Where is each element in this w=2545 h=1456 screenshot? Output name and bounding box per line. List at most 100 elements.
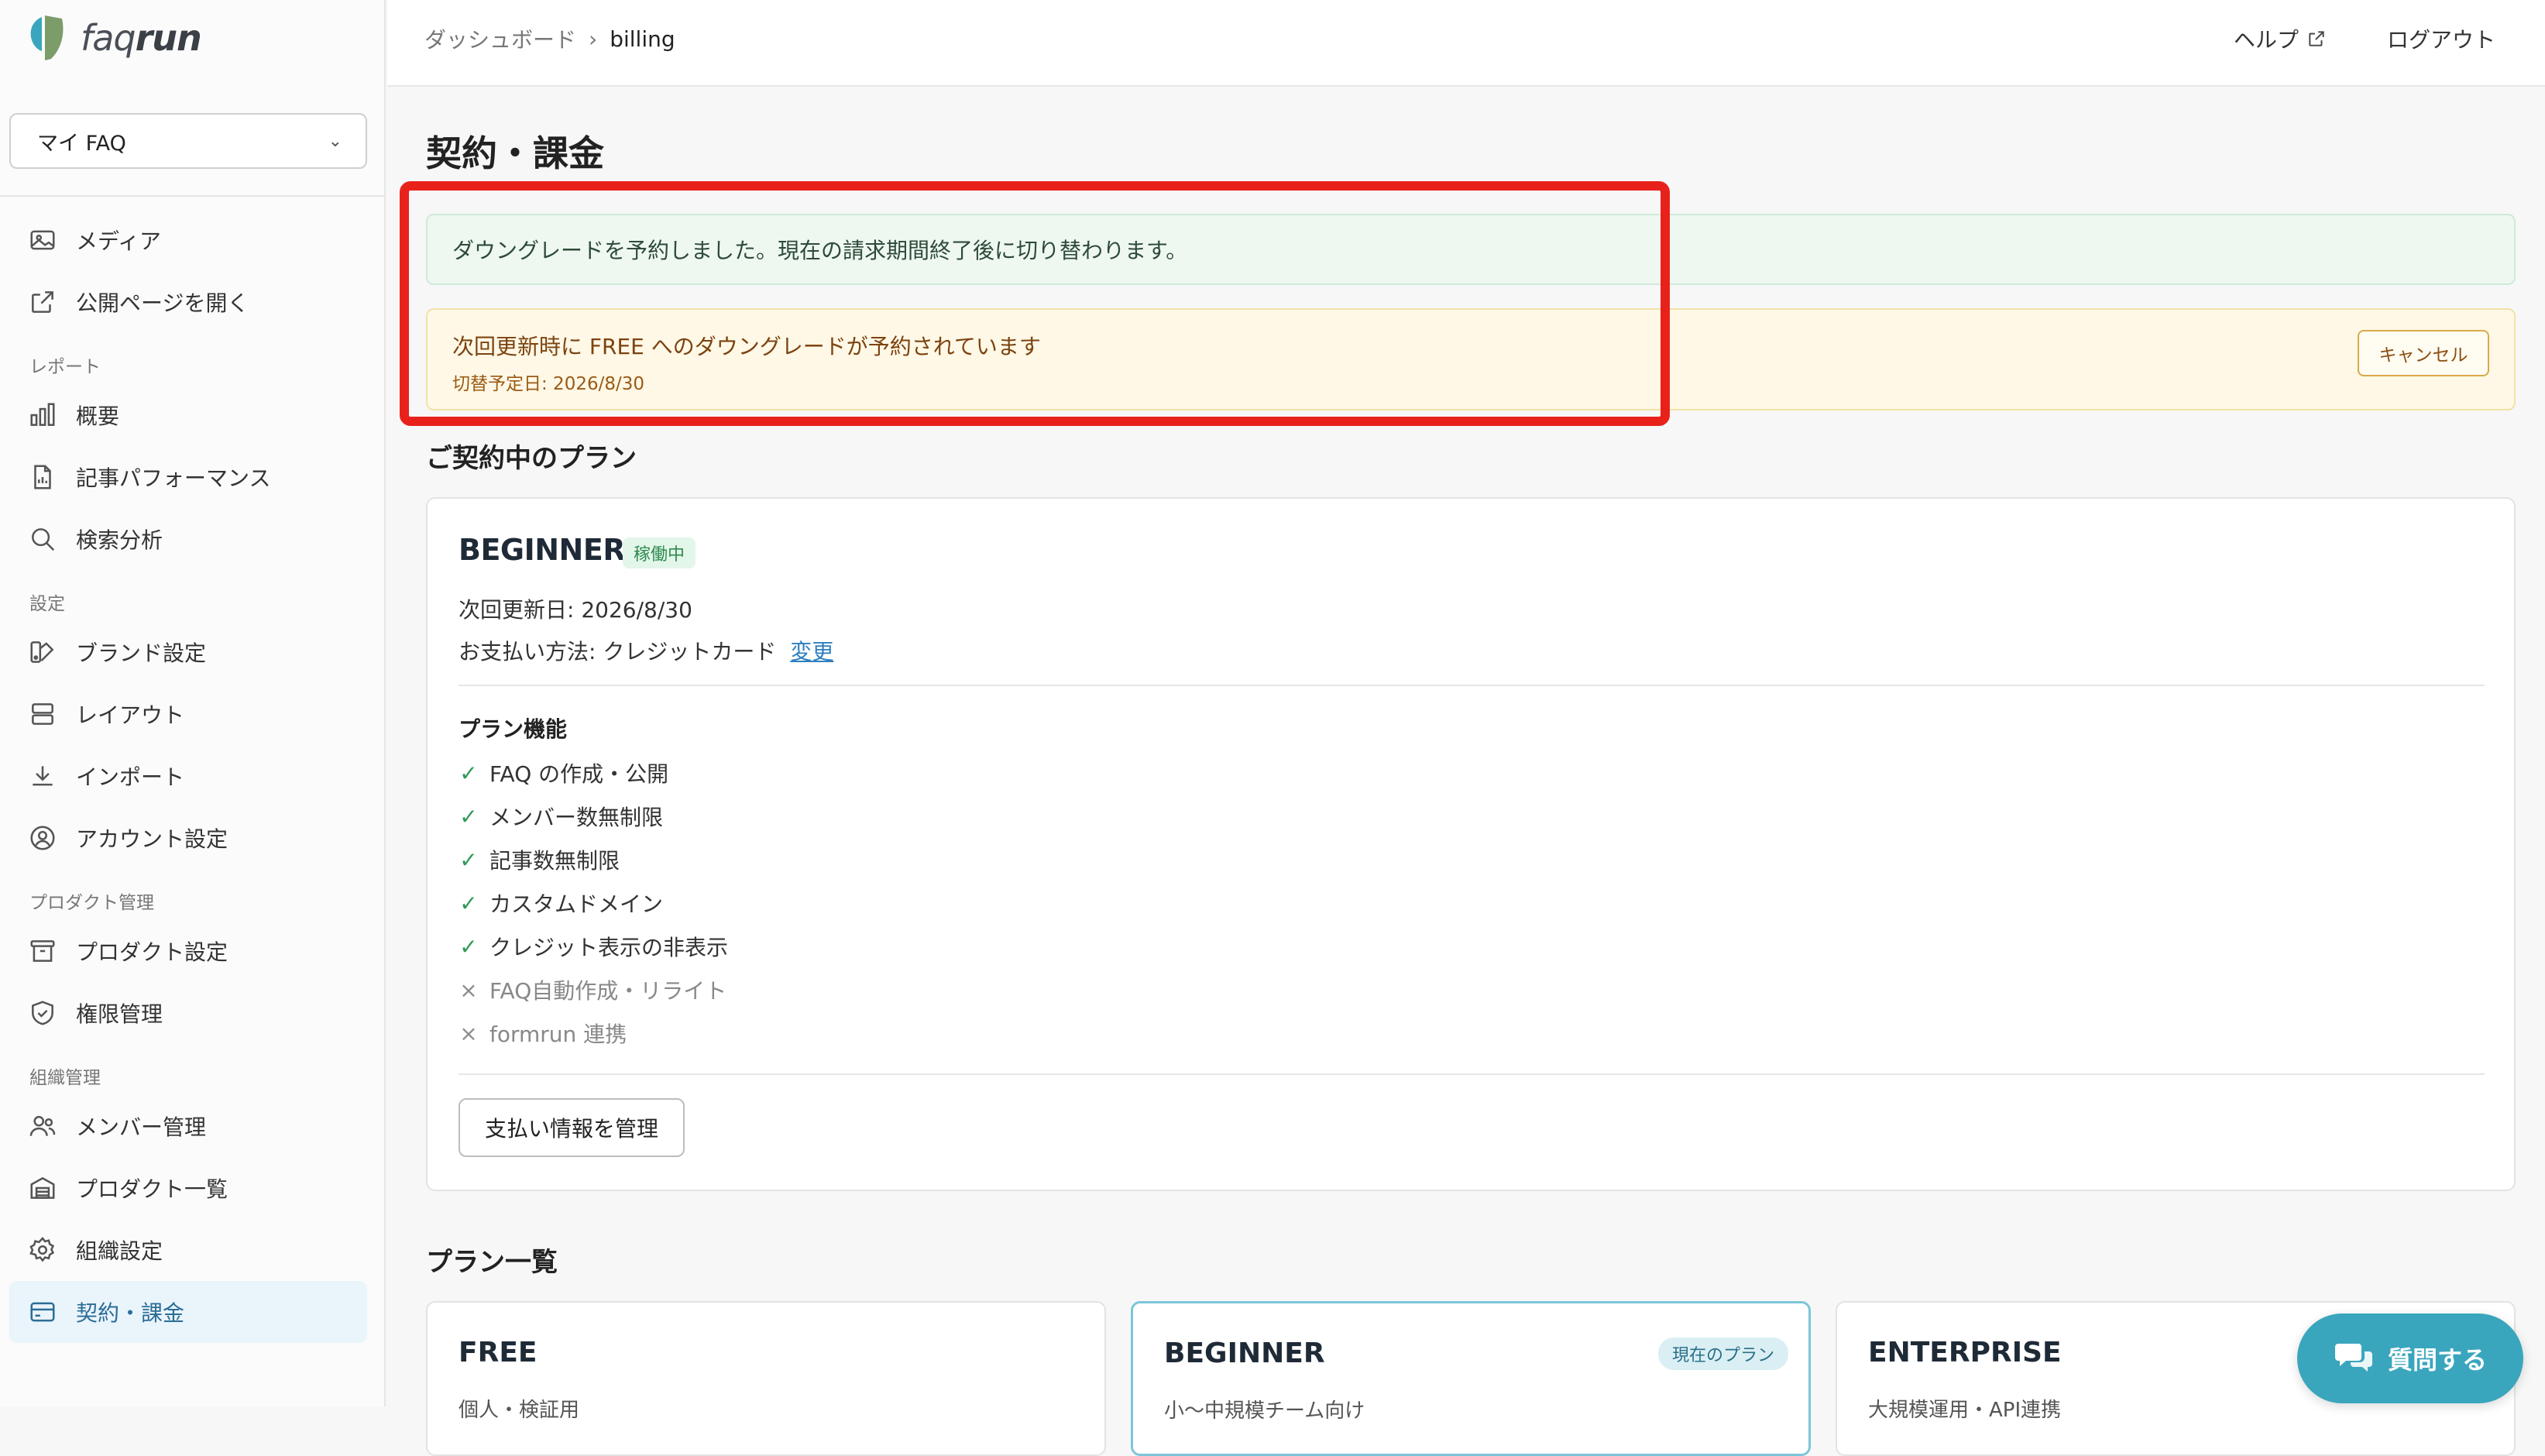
- sidebar-item-permissions[interactable]: 権限管理: [9, 982, 367, 1044]
- sidebar-item-brand-settings[interactable]: ブランド設定: [9, 621, 367, 683]
- sidebar-item-label: 概要: [76, 403, 120, 429]
- plan-card-free[interactable]: FREE 個人・検証用: [426, 1301, 1106, 1456]
- list-item: ✓ FAQ の作成・公開: [459, 751, 728, 795]
- plan-card-description: 大規模運用・API連携: [1868, 1399, 2062, 1422]
- faq-select-value: マイ FAQ: [37, 131, 126, 156]
- help-label: ヘルプ: [2233, 27, 2299, 53]
- change-payment-link[interactable]: 変更: [790, 635, 833, 666]
- sidebar-item-overview[interactable]: 概要: [9, 384, 367, 446]
- warehouse-icon: [30, 1176, 55, 1199]
- top-bar: ダッシュボード › billing ヘルプ ログアウト: [387, 0, 2545, 87]
- header-actions: ヘルプ ログアウト: [2234, 23, 2495, 54]
- sidebar-item-org-settings[interactable]: 組織設定: [9, 1219, 367, 1281]
- current-plan-heading: ご契約中のプラン: [426, 443, 637, 474]
- sidebar-item-label: 公開ページを開く: [76, 290, 249, 316]
- credit-card-icon: [30, 1302, 55, 1322]
- sidebar-item-import[interactable]: インポート: [9, 745, 367, 807]
- list-item: ✓ カスタムドメイン: [459, 881, 728, 925]
- renewal-date: 次回更新日: 2026/8/30: [459, 597, 692, 623]
- chat-bubbles-icon: [2334, 1344, 2372, 1372]
- check-icon: ✓: [459, 803, 478, 829]
- cancel-downgrade-button[interactable]: キャンセル: [2358, 330, 2489, 376]
- sidebar-item-billing[interactable]: 契約・課金: [9, 1281, 367, 1343]
- cross-icon: ×: [459, 1020, 478, 1046]
- downgrade-date: 切替予定日: 2026/8/30: [452, 374, 644, 394]
- plan-card-name: ENTERPRISE: [1868, 1337, 2062, 1368]
- sidebar-section-report: レポート: [29, 357, 101, 377]
- external-link-icon: [2309, 31, 2324, 46]
- check-icon: ✓: [459, 890, 478, 916]
- download-icon: [33, 766, 53, 786]
- chevron-down-icon: ⌄: [328, 131, 342, 151]
- image-icon: [30, 230, 55, 250]
- list-item: × FAQ自動作成・リライト: [459, 968, 728, 1011]
- plan-card-name: BEGINNER: [1164, 1338, 1325, 1369]
- sidebar-item-label: アカウント設定: [76, 826, 228, 852]
- feature-label: メンバー数無制限: [489, 805, 664, 830]
- current-plan-badge: 現在のプラン: [1657, 1338, 1788, 1370]
- document-chart-icon: [34, 465, 51, 489]
- sidebar-item-label: 組織設定: [76, 1238, 163, 1264]
- sidebar-section-organization: 組織管理: [29, 1068, 101, 1088]
- plan-list: FREE 個人・検証用 BEGINNER 現在のプラン 小〜中規模チーム向け E…: [426, 1301, 2516, 1456]
- sidebar-item-layout[interactable]: レイアウト: [9, 683, 367, 745]
- layout-icon: [32, 703, 53, 725]
- sidebar-item-label: メンバー管理: [76, 1114, 207, 1140]
- sidebar-item-article-performance[interactable]: 記事パフォーマンス: [9, 446, 367, 508]
- sidebar-nav: メディア 公開ページを開く レポート 概要 記事パフォーマンス 検索分析 設定 …: [9, 209, 367, 1343]
- downgrade-warning-message: 次回更新時に FREE へのダウングレードが予約されています: [452, 334, 1041, 359]
- sidebar-item-label: メディア: [76, 228, 162, 254]
- breadcrumb-dashboard[interactable]: ダッシュボード: [424, 23, 576, 54]
- gear-icon: [29, 1237, 55, 1262]
- success-alert: ダウングレードを予約しました。現在の請求期間終了後に切り替わります。: [426, 214, 2516, 285]
- help-link[interactable]: ヘルプ: [2234, 23, 2327, 54]
- sidebar: faqrun マイ FAQ ⌄ メディア 公開ページを開く レポート 概要 記事…: [0, 0, 386, 1406]
- manage-payment-button[interactable]: 支払い情報を管理: [459, 1098, 685, 1157]
- downgrade-warning-alert: 次回更新時に FREE へのダウングレードが予約されています 切替予定日: 20…: [426, 308, 2516, 410]
- sidebar-item-label: インポート: [76, 764, 185, 790]
- sidebar-item-account-settings[interactable]: アカウント設定: [9, 807, 367, 869]
- feature-list: ✓ FAQ の作成・公開 ✓ メンバー数無制限 ✓ 記事数無制限 ✓ カスタムドメイン …: [459, 751, 728, 1055]
- feature-label: クレジット表示の非表示: [489, 935, 729, 960]
- feature-label: FAQ の作成・公開: [489, 761, 669, 787]
- payment-method-text: お支払い方法: クレジットカード: [459, 639, 777, 664]
- success-alert-text: ダウングレードを予約しました。現在の請求期間終了後に切り替わります。: [452, 238, 1188, 263]
- plan-card-description: 小〜中規模チーム向け: [1164, 1399, 1365, 1423]
- sidebar-item-search-analytics[interactable]: 検索分析: [9, 508, 367, 570]
- status-badge: 稼働中: [623, 537, 696, 568]
- feature-label: 記事数無制限: [489, 848, 620, 874]
- search-icon: [32, 528, 55, 551]
- faqrun-logo[interactable]: faqrun: [28, 11, 202, 65]
- user-circle-icon: [30, 826, 55, 850]
- check-icon: ✓: [459, 846, 478, 873]
- list-item: ✓ 記事数無制限: [459, 838, 728, 881]
- sidebar-item-label: プロダクト一覧: [76, 1176, 228, 1202]
- ask-question-button[interactable]: 質問する: [2297, 1313, 2523, 1403]
- list-item: ✓ メンバー数無制限: [459, 795, 728, 838]
- features-title: プラン機能: [459, 716, 568, 742]
- current-plan-card: BEGINNER 稼働中 次回更新日: 2026/8/30 お支払い方法: クレ…: [426, 497, 2516, 1191]
- sidebar-item-members[interactable]: メンバー管理: [9, 1095, 367, 1157]
- palette-icon: [30, 641, 54, 663]
- cross-icon: ×: [459, 977, 478, 1003]
- faq-select[interactable]: マイ FAQ ⌄: [9, 113, 367, 169]
- page-title: 契約・課金: [426, 132, 604, 174]
- sidebar-item-label: レイアウト: [76, 702, 185, 728]
- sidebar-item-media[interactable]: メディア: [9, 209, 367, 271]
- logo-text: faqrun: [81, 17, 202, 59]
- sidebar-item-open-public-page[interactable]: 公開ページを開く: [9, 271, 367, 333]
- ask-question-label: 質問する: [2387, 1345, 2487, 1375]
- plan-card-beginner[interactable]: BEGINNER 現在のプラン 小〜中規模チーム向け: [1131, 1301, 1811, 1456]
- sidebar-item-label: ブランド設定: [76, 640, 207, 666]
- list-item: ✓ クレジット表示の非表示: [459, 925, 728, 968]
- logout-link[interactable]: ログアウト: [2387, 23, 2495, 54]
- sidebar-item-product-list[interactable]: プロダクト一覧: [9, 1157, 367, 1219]
- feature-label: formrun 連携: [489, 1022, 627, 1047]
- archive-icon: [30, 940, 55, 962]
- sidebar-item-product-settings[interactable]: プロダクト設定: [9, 920, 367, 982]
- bar-chart-icon: [30, 403, 55, 426]
- plan-list-heading: プラン一覧: [426, 1247, 558, 1278]
- plan-name: BEGINNER: [459, 533, 626, 567]
- sidebar-item-label: プロダクト設定: [76, 939, 228, 965]
- sidebar-item-label: 権限管理: [76, 1001, 163, 1027]
